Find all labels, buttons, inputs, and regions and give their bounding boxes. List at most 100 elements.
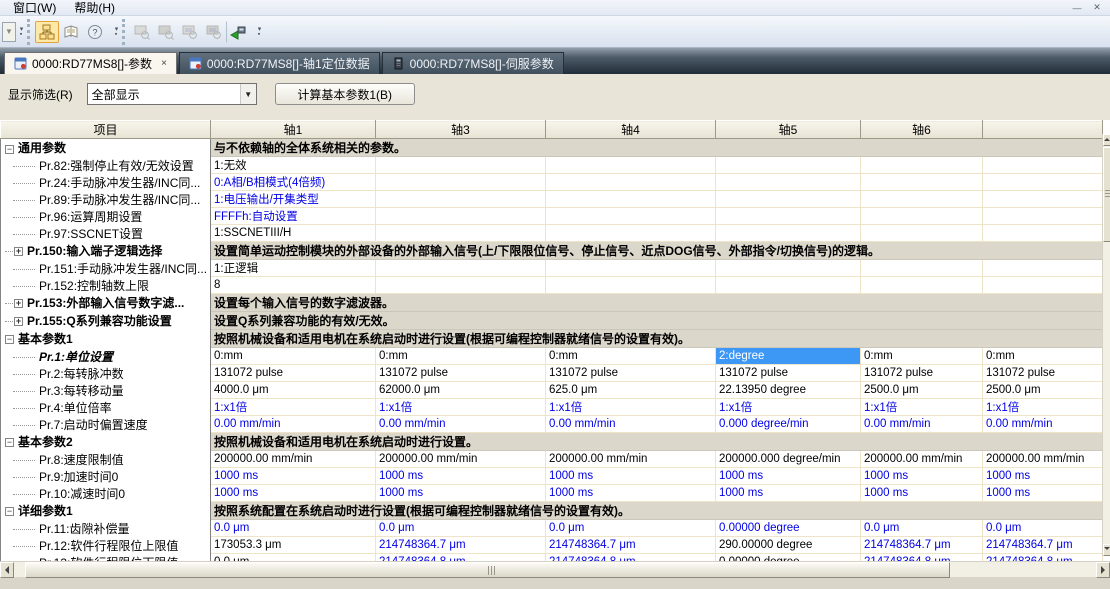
value-cell[interactable] — [376, 208, 546, 225]
monitor-watch-icon-1[interactable] — [130, 21, 154, 43]
value-cell[interactable]: 1:电压输出/开集类型 — [211, 191, 376, 208]
value-cell[interactable]: 214748364.8 μm — [546, 554, 716, 562]
crossref-combo[interactable]: ▼ — [2, 22, 16, 42]
value-cell[interactable]: 1000 ms — [376, 485, 546, 502]
display-tree-icon[interactable] — [35, 21, 59, 43]
tree-item[interactable]: −基本参数2 — [1, 433, 211, 451]
value-cell[interactable] — [546, 225, 716, 242]
value-cell[interactable] — [983, 260, 1103, 277]
tree-item[interactable]: Pr.8:速度限制值 — [1, 451, 211, 468]
tree-collapse-icon[interactable]: − — [5, 335, 14, 344]
value-cell[interactable]: 0:A相/B相模式(4倍频) — [211, 174, 376, 191]
tree-item[interactable]: +Pr.155:Q系列兼容功能设置 — [1, 312, 211, 330]
value-cell[interactable] — [861, 174, 983, 191]
column-header-axis[interactable] — [983, 121, 1103, 139]
value-cell[interactable] — [861, 208, 983, 225]
column-header-axis[interactable]: 轴3 — [376, 121, 546, 139]
scroll-right-icon[interactable] — [1096, 562, 1110, 578]
tab-servo-parameters[interactable]: 0000:RD77MS8[]-伺服参数 — [382, 52, 564, 74]
tab-parameters[interactable]: 0000:RD77MS8[]-参数× — [4, 52, 177, 74]
value-cell[interactable] — [861, 225, 983, 242]
value-cell[interactable]: 0:mm — [861, 348, 983, 365]
tree-item[interactable]: Pr.89:手动脉冲发生器/INC同... — [1, 191, 211, 208]
scroll-up-icon[interactable] — [1103, 134, 1110, 146]
tree-item[interactable]: Pr.11:齿隙补偿量 — [1, 520, 211, 537]
value-cell[interactable]: 1000 ms — [716, 468, 861, 485]
column-header-axis[interactable]: 轴4 — [546, 121, 716, 139]
tree-item[interactable]: Pr.151:手动脉冲发生器/INC同... — [1, 260, 211, 277]
value-cell[interactable]: 2:degree — [716, 348, 861, 365]
online-transfer-icon[interactable] — [226, 21, 250, 43]
value-cell[interactable]: 1:正逻辑 — [211, 260, 376, 277]
value-cell[interactable]: 0.000 degree/min — [716, 416, 861, 433]
column-header-item[interactable]: 项目 — [1, 121, 211, 139]
column-header-axis[interactable]: 轴6 — [861, 121, 983, 139]
value-cell[interactable]: 131072 pulse — [211, 365, 376, 382]
value-cell[interactable]: 2500.0 μm — [861, 382, 983, 399]
tab-close-icon[interactable]: × — [161, 58, 167, 69]
value-cell[interactable] — [983, 174, 1103, 191]
column-header-axis[interactable]: 轴5 — [716, 121, 861, 139]
value-cell[interactable]: 131072 pulse — [861, 365, 983, 382]
value-cell[interactable]: 200000.00 mm/min — [983, 451, 1103, 468]
value-cell[interactable]: 0:mm — [211, 348, 376, 365]
tree-item[interactable]: Pr.96:运算周期设置 — [1, 208, 211, 225]
value-cell[interactable]: 200000.00 mm/min — [861, 451, 983, 468]
value-cell[interactable]: 131072 pulse — [546, 365, 716, 382]
value-cell[interactable] — [983, 208, 1103, 225]
menu-item[interactable]: 窗口(W) — [4, 1, 65, 15]
monitor-watch-icon-2[interactable] — [154, 21, 178, 43]
chevron-down-icon[interactable]: ▼ — [240, 84, 256, 104]
tree-item[interactable]: −详细参数1 — [1, 502, 211, 520]
value-cell[interactable] — [546, 208, 716, 225]
value-cell[interactable]: 62000.0 μm — [376, 382, 546, 399]
value-cell[interactable] — [546, 174, 716, 191]
value-cell[interactable]: 1000 ms — [861, 468, 983, 485]
value-cell[interactable]: 0.0 μm — [983, 520, 1103, 537]
tree-item[interactable]: Pr.1:单位设置 — [1, 348, 211, 365]
value-cell[interactable]: 1000 ms — [546, 468, 716, 485]
tree-collapse-icon[interactable]: − — [5, 438, 14, 447]
value-cell[interactable]: 200000.00 mm/min — [376, 451, 546, 468]
value-cell[interactable] — [716, 157, 861, 174]
value-cell[interactable]: 1000 ms — [716, 485, 861, 502]
scroll-down-icon[interactable] — [1103, 544, 1110, 556]
value-cell[interactable]: 1000 ms — [211, 468, 376, 485]
value-cell[interactable]: 0.0 μm — [861, 520, 983, 537]
value-cell[interactable] — [376, 157, 546, 174]
value-cell[interactable]: 2500.0 μm — [983, 382, 1103, 399]
value-cell[interactable] — [983, 157, 1103, 174]
minimize-icon[interactable]: — — [1070, 3, 1084, 13]
value-cell[interactable]: 214748364.7 μm — [983, 537, 1103, 554]
tree-expand-icon[interactable]: + — [14, 247, 23, 256]
value-cell[interactable] — [716, 225, 861, 242]
tree-item[interactable]: Pr.152:控制轴数上限 — [1, 277, 211, 294]
tree-collapse-icon[interactable]: − — [5, 145, 14, 154]
value-cell[interactable] — [861, 277, 983, 294]
value-cell[interactable] — [546, 157, 716, 174]
value-cell[interactable]: 0:mm — [376, 348, 546, 365]
value-cell[interactable]: 1:x1倍 — [546, 399, 716, 416]
close-icon[interactable]: ✕ — [1090, 2, 1104, 13]
vertical-scroll-thumb[interactable] — [1103, 147, 1110, 242]
value-cell[interactable]: 0.00000 degree — [716, 554, 861, 562]
value-cell[interactable]: 1000 ms — [376, 468, 546, 485]
menu-item[interactable]: 帮助(H) — [65, 1, 124, 15]
value-cell[interactable]: 0.00000 degree — [716, 520, 861, 537]
tab-axis1-positioning-data[interactable]: 0000:RD77MS8[]-轴1定位数据 — [179, 52, 380, 74]
value-cell[interactable] — [983, 277, 1103, 294]
value-cell[interactable]: 200000.000 degree/min — [716, 451, 861, 468]
value-cell[interactable]: 0.0 μm — [376, 520, 546, 537]
tree-item[interactable]: Pr.4:单位倍率 — [1, 399, 211, 416]
value-cell[interactable]: 214748364.7 μm — [546, 537, 716, 554]
value-cell[interactable] — [376, 225, 546, 242]
column-header-axis[interactable]: 轴1 — [211, 121, 376, 139]
toolbar-overflow-icon[interactable]: ▾▪ — [255, 21, 264, 43]
value-cell[interactable] — [861, 191, 983, 208]
tree-item[interactable]: Pr.3:每转移动量 — [1, 382, 211, 399]
value-cell[interactable]: 1000 ms — [546, 485, 716, 502]
value-cell[interactable]: 1000 ms — [861, 485, 983, 502]
value-cell[interactable]: 4000.0 μm — [211, 382, 376, 399]
tree-item[interactable]: Pr.97:SSCNET设置 — [1, 225, 211, 242]
tree-expand-icon[interactable]: + — [14, 299, 23, 308]
